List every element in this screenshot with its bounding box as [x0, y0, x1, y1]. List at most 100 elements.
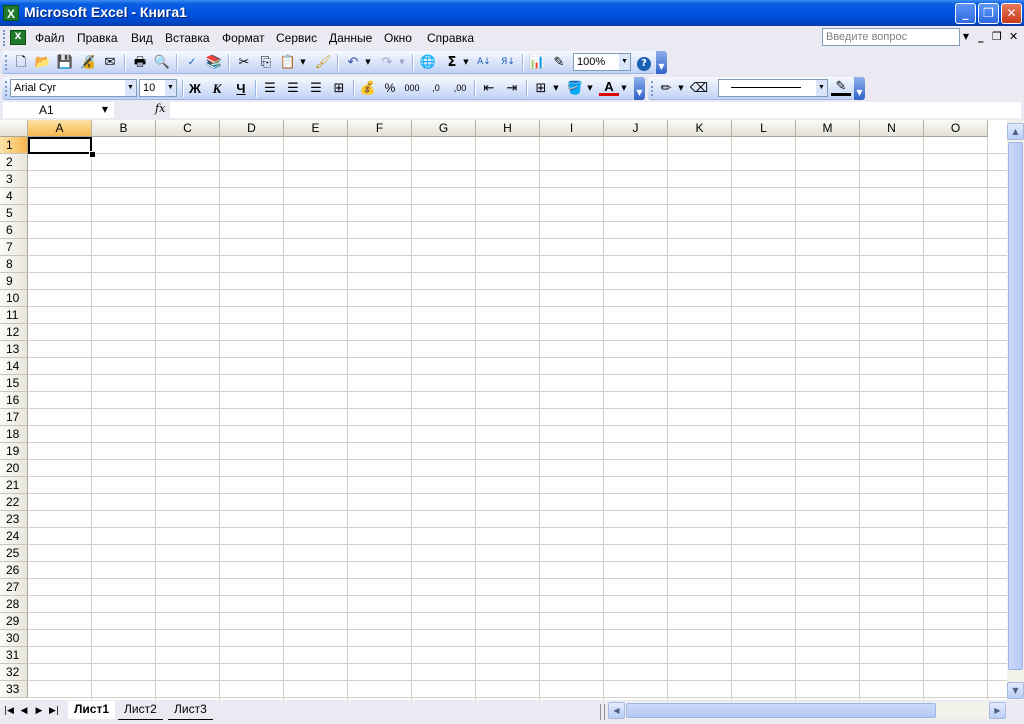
sort-ascending-icon[interactable]: A↓ [474, 53, 494, 72]
merge-center-icon[interactable]: ⊞ [329, 79, 349, 98]
print-preview-icon[interactable]: 🔍 [152, 53, 172, 72]
menu-view[interactable]: Вид [131, 31, 153, 45]
row-header-14[interactable]: 14 [0, 358, 28, 375]
fill-color-icon[interactable]: 🪣 [565, 79, 585, 98]
row-header-26[interactable]: 26 [0, 562, 28, 579]
font-name-dropdown-arrow[interactable]: ▼ [125, 80, 136, 96]
scroll-down-button[interactable]: ▼ [1007, 682, 1024, 699]
row-header-32[interactable]: 32 [0, 664, 28, 681]
menu-data[interactable]: Данные [329, 31, 372, 45]
decrease-indent-icon[interactable]: ⇤ [479, 79, 499, 98]
bold-button[interactable]: Ж [185, 79, 205, 98]
font-color-dropdown-icon[interactable]: ▼ [619, 79, 629, 98]
undo-dropdown-icon[interactable]: ▼ [363, 53, 373, 72]
row-header-27[interactable]: 27 [0, 579, 28, 596]
line-style-select[interactable]: ▼ [718, 79, 828, 97]
scroll-up-button[interactable]: ▲ [1007, 123, 1024, 140]
column-header-c[interactable]: C [156, 120, 220, 137]
row-header-15[interactable]: 15 [0, 375, 28, 392]
align-center-icon[interactable]: ☰ [283, 79, 303, 98]
horizontal-scroll-thumb[interactable] [626, 703, 936, 718]
menu-grip[interactable] [3, 30, 8, 46]
row-header-28[interactable]: 28 [0, 596, 28, 613]
workbook-icon[interactable]: X [10, 30, 26, 45]
eraser-icon[interactable]: ⌫ [689, 79, 709, 98]
formula-input[interactable] [170, 102, 1021, 118]
borders-dropdown-icon[interactable]: ▼ [551, 79, 561, 98]
row-header-23[interactable]: 23 [0, 511, 28, 528]
last-sheet-button[interactable]: ▶| [48, 704, 60, 718]
line-color-icon[interactable]: ✎ [831, 79, 851, 96]
insert-function-icon[interactable]: fx [155, 102, 165, 115]
menu-format[interactable]: Формат [222, 31, 265, 45]
column-header-a[interactable]: A [28, 120, 92, 137]
autosum-icon[interactable]: Σ [442, 53, 462, 72]
vertical-scroll-thumb[interactable] [1008, 142, 1023, 670]
column-header-e[interactable]: E [284, 120, 348, 137]
sheet-tab-1[interactable]: Лист1 [68, 701, 116, 719]
menu-window[interactable]: Окно [384, 31, 412, 45]
row-header-16[interactable]: 16 [0, 392, 28, 409]
menu-tools[interactable]: Сервис [276, 31, 317, 45]
column-header-k[interactable]: K [668, 120, 732, 137]
scroll-left-button[interactable]: ◀ [608, 702, 625, 719]
decrease-decimal-button[interactable]: ,00 [450, 79, 470, 98]
row-header-18[interactable]: 18 [0, 426, 28, 443]
chart-wizard-icon[interactable]: 📊 [527, 53, 547, 72]
thousands-separator-button[interactable]: 000 [402, 79, 422, 98]
menu-file[interactable]: Файл [35, 31, 65, 45]
drawing-icon[interactable]: ✎ [549, 53, 569, 72]
row-header-10[interactable]: 10 [0, 290, 28, 307]
help-dropdown-arrow[interactable]: ▼ [960, 28, 972, 46]
row-header-33[interactable]: 33 [0, 681, 28, 698]
draw-border-icon[interactable]: ✏ [656, 79, 676, 98]
row-header-3[interactable]: 3 [0, 171, 28, 188]
borders-options-chevron[interactable]: ▼ [854, 77, 865, 100]
minimize-button[interactable]: _ [955, 3, 976, 24]
row-header-11[interactable]: 11 [0, 307, 28, 324]
doc-restore-button[interactable]: ❐ [992, 30, 1002, 43]
sort-descending-icon[interactable]: Я↓ [498, 53, 518, 72]
menu-edit[interactable]: Правка [77, 31, 118, 45]
row-header-2[interactable]: 2 [0, 154, 28, 171]
borders-icon[interactable]: ⊞ [531, 79, 551, 98]
format-painter-icon[interactable]: 🖌 [313, 53, 333, 72]
row-header-6[interactable]: 6 [0, 222, 28, 239]
sheet-tab-3[interactable]: Лист3 [168, 701, 213, 720]
save-icon[interactable]: 💾 [55, 53, 75, 72]
new-document-icon[interactable]: 🗋 [11, 53, 31, 72]
zoom-dropdown-arrow[interactable]: ▼ [619, 54, 630, 70]
align-left-icon[interactable]: ☰ [260, 79, 280, 98]
font-size-dropdown-arrow[interactable]: ▼ [165, 80, 176, 96]
research-icon[interactable]: 📚 [204, 53, 224, 72]
select-all-corner[interactable] [0, 120, 28, 137]
print-icon[interactable]: 🖶 [130, 53, 150, 72]
row-header-21[interactable]: 21 [0, 477, 28, 494]
row-header-29[interactable]: 29 [0, 613, 28, 630]
tab-split-handle[interactable] [600, 704, 605, 720]
row-header-30[interactable]: 30 [0, 630, 28, 647]
close-button[interactable]: ✕ [1001, 3, 1022, 24]
help-question-input[interactable]: Введите вопрос [822, 28, 960, 46]
row-header-20[interactable]: 20 [0, 460, 28, 477]
increase-indent-icon[interactable]: ⇥ [502, 79, 522, 98]
fill-color-dropdown-icon[interactable]: ▼ [585, 79, 595, 98]
row-header-9[interactable]: 9 [0, 273, 28, 290]
column-header-m[interactable]: M [796, 120, 860, 137]
doc-close-button[interactable]: ✕ [1009, 30, 1018, 43]
cells-area[interactable] [28, 137, 1007, 700]
column-header-l[interactable]: L [732, 120, 796, 137]
paste-icon[interactable]: 📋 [278, 53, 298, 72]
row-header-19[interactable]: 19 [0, 443, 28, 460]
next-sheet-button[interactable]: ▶ [33, 704, 45, 718]
row-header-17[interactable]: 17 [0, 409, 28, 426]
row-header-24[interactable]: 24 [0, 528, 28, 545]
redo-icon[interactable]: ↷ [377, 53, 397, 72]
toolbar-options-chevron[interactable]: ▼ [656, 51, 667, 74]
row-header-4[interactable]: 4 [0, 188, 28, 205]
row-header-31[interactable]: 31 [0, 647, 28, 664]
formatting-options-chevron[interactable]: ▼ [634, 77, 645, 100]
name-box-dropdown-arrow[interactable]: ▼ [97, 102, 113, 118]
menu-help[interactable]: Справка [427, 31, 474, 45]
column-header-n[interactable]: N [860, 120, 924, 137]
